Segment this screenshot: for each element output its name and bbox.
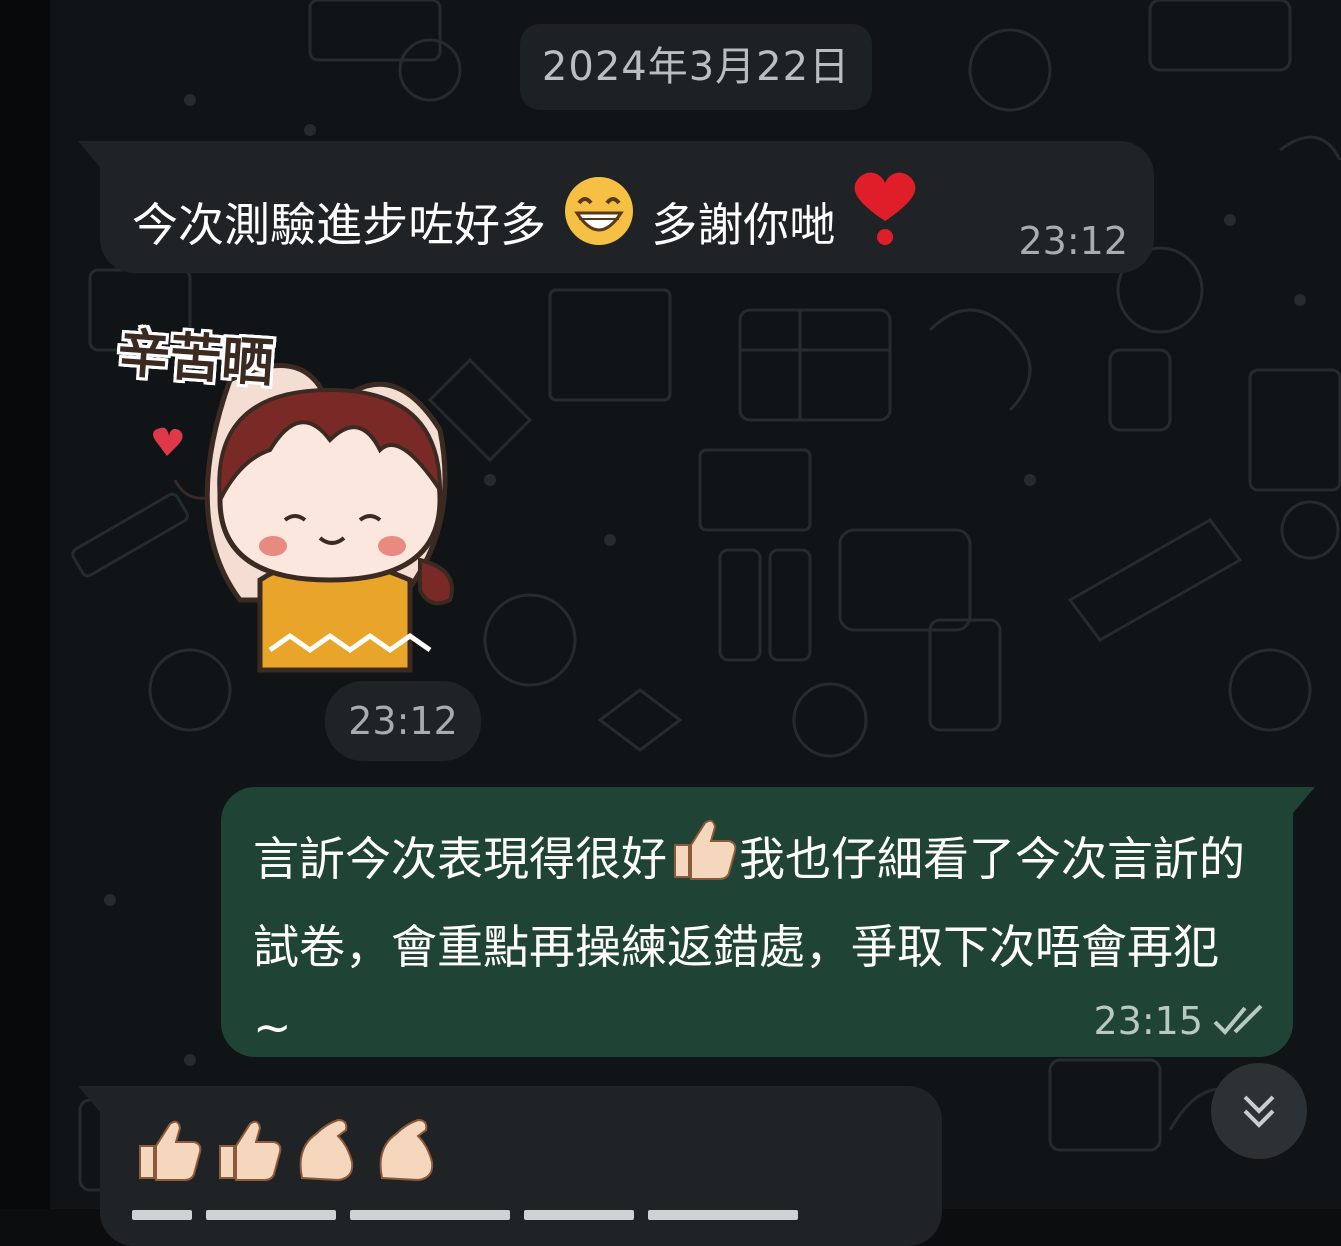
message-meta: 23:15 — [1093, 999, 1265, 1043]
message-text: 今次測驗進步咗好多 多謝你哋 — [132, 169, 920, 260]
sticker-caption: 辛苦晒 — [115, 323, 276, 395]
bubble-tail — [1293, 787, 1315, 813]
flexed-biceps-icon — [299, 1118, 354, 1182]
message-timestamp: 23:15 — [1093, 999, 1203, 1043]
incoming-message-bubble[interactable] — [78, 1086, 942, 1246]
emoji-row — [132, 1112, 444, 1184]
grinning-face-emoji-icon — [561, 173, 637, 260]
thumbs-up-icon — [667, 811, 739, 907]
outgoing-message-bubble[interactable]: 言訢今次表現得很好 我也仔細看了今次言訢的試卷，會重點再操練返錯處，爭取下次唔會… — [221, 787, 1315, 1057]
bubble-tail — [78, 141, 100, 167]
sticker-timestamp: 23:12 — [325, 681, 481, 761]
date-separator: 2024年3月22日 — [520, 24, 872, 110]
message-timestamp: 23:12 — [1018, 219, 1128, 263]
double-chevron-down-icon — [1243, 1095, 1275, 1128]
red-heart-exclamation-icon — [850, 169, 920, 260]
thumbs-up-icon — [219, 1120, 282, 1181]
window-edge — [0, 0, 50, 1209]
double-check-read-icon — [1213, 1004, 1263, 1035]
incoming-message-bubble[interactable]: 今次測驗進步咗好多 多謝你哋 23:12 — [78, 141, 1154, 273]
message-text-part: 言訢今次表現得很好 — [253, 832, 667, 886]
scroll-to-bottom-button[interactable] — [1211, 1063, 1307, 1159]
message-text-part: 多謝你哋 — [651, 198, 836, 252]
bubble-tail — [78, 1086, 100, 1112]
thumbs-up-icon — [139, 1120, 202, 1181]
cropped-text-line — [132, 1198, 892, 1238]
message-text-part: 今次測驗進步咗好多 — [132, 198, 546, 252]
sticker-message[interactable]: 辛苦晒 — [110, 310, 480, 680]
flexed-biceps-icon — [379, 1118, 434, 1182]
